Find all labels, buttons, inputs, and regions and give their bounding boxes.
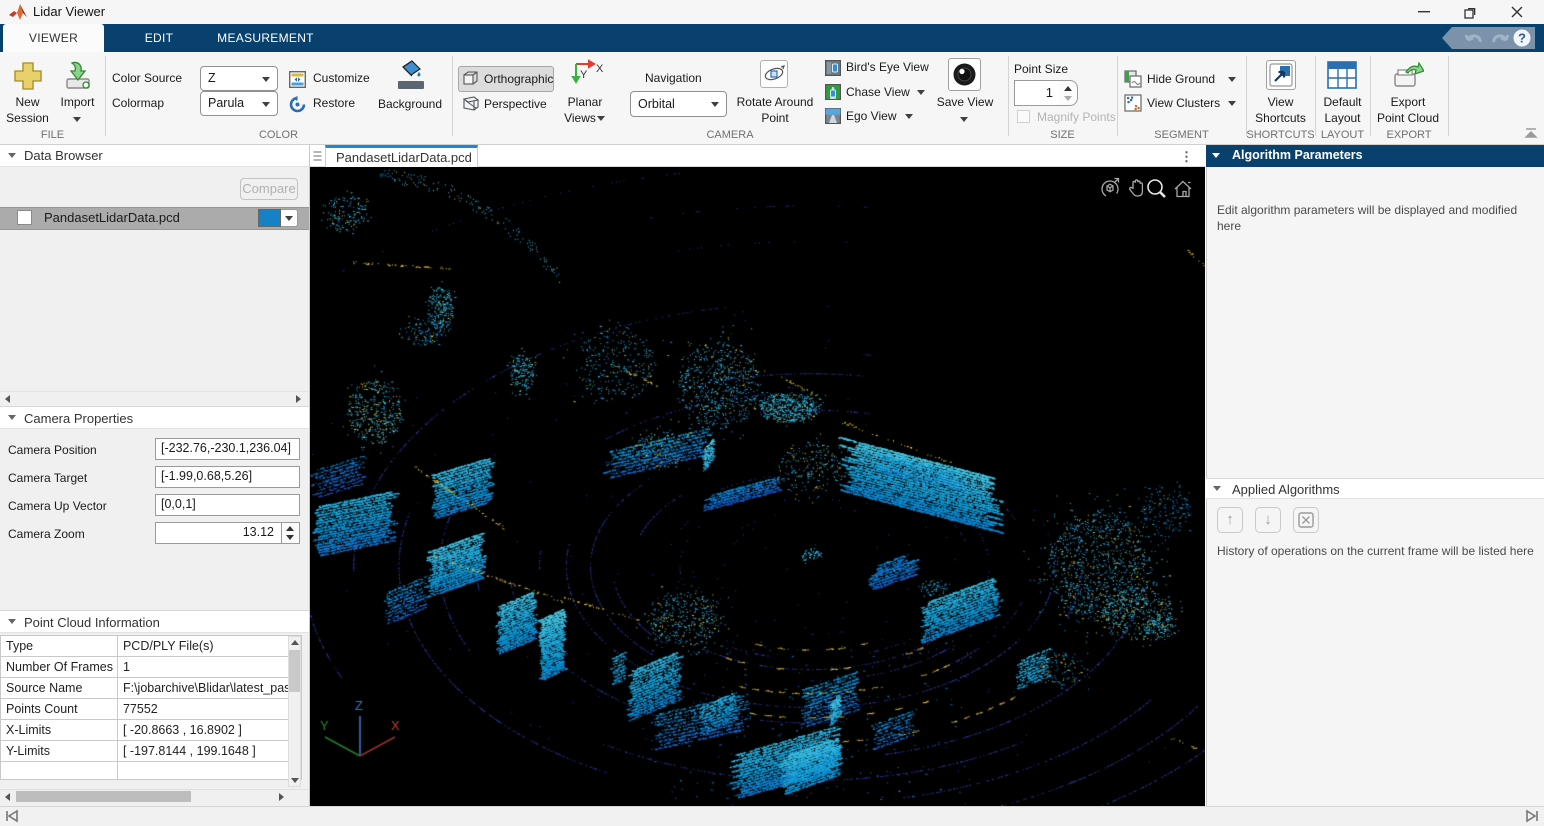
svg-text:?: ? xyxy=(1518,31,1526,46)
svg-text:X: X xyxy=(596,63,604,75)
svg-text:Y: Y xyxy=(580,69,588,81)
